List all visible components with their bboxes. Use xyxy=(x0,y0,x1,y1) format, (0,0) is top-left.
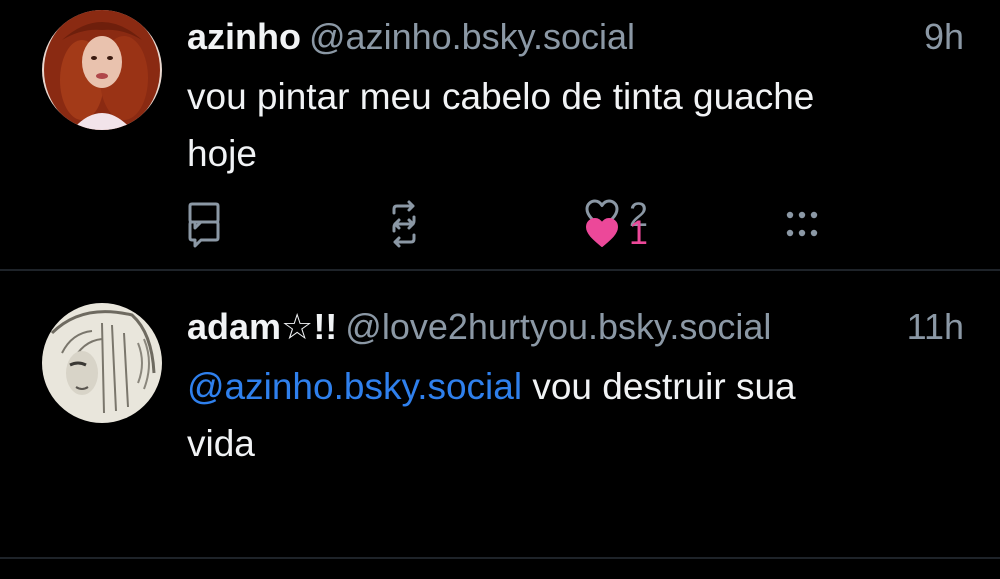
post[interactable]: adam☆!! @love2hurtyou.bsky.social 11h @az… xyxy=(0,214,1000,558)
repost-icon xyxy=(392,218,416,248)
post-text: @azinho.bsky.social vou destruir sua vid… xyxy=(187,358,927,472)
post-header: adam☆!! @love2hurtyou.bsky.social 11h xyxy=(187,304,964,350)
timestamp[interactable]: 11h xyxy=(907,304,964,350)
reply-icon xyxy=(188,220,220,248)
post-text-line: hoje xyxy=(187,133,257,174)
feed: azinho @azinho.bsky.social 9h vou pintar … xyxy=(0,0,1000,579)
avatar[interactable] xyxy=(42,10,162,130)
post-actions: 1 xyxy=(186,211,846,255)
timestamp[interactable]: 9h xyxy=(924,14,964,60)
repost-button[interactable] xyxy=(386,211,422,255)
avatar-red-hair-woman-icon xyxy=(42,10,162,130)
avatar-anime-sketch-icon xyxy=(42,303,162,423)
reply-button[interactable] xyxy=(186,211,222,255)
post-text-line: vou pintar meu cabelo de tinta guache xyxy=(187,76,815,117)
post-text-line: vou destruir sua xyxy=(522,366,796,407)
like-count: 1 xyxy=(629,213,648,252)
post-text: vou pintar meu cabelo de tinta guache ho… xyxy=(187,68,927,182)
post-text-line: vida xyxy=(187,423,255,464)
post-divider xyxy=(0,557,1000,559)
post-divider xyxy=(0,269,1000,271)
post-header: azinho @azinho.bsky.social 9h xyxy=(187,14,964,60)
handle[interactable]: @love2hurtyou.bsky.social xyxy=(345,306,771,347)
mention-link[interactable]: @azinho.bsky.social xyxy=(187,366,522,407)
display-name[interactable]: azinho xyxy=(187,16,301,57)
more-options-button[interactable] xyxy=(781,211,823,255)
display-name[interactable]: adam☆!! xyxy=(187,306,337,347)
heart-filled-icon xyxy=(586,218,618,247)
more-icon xyxy=(786,229,818,237)
handle[interactable]: @azinho.bsky.social xyxy=(309,16,635,57)
like-button[interactable]: 1 xyxy=(583,211,648,255)
avatar[interactable] xyxy=(42,303,162,423)
